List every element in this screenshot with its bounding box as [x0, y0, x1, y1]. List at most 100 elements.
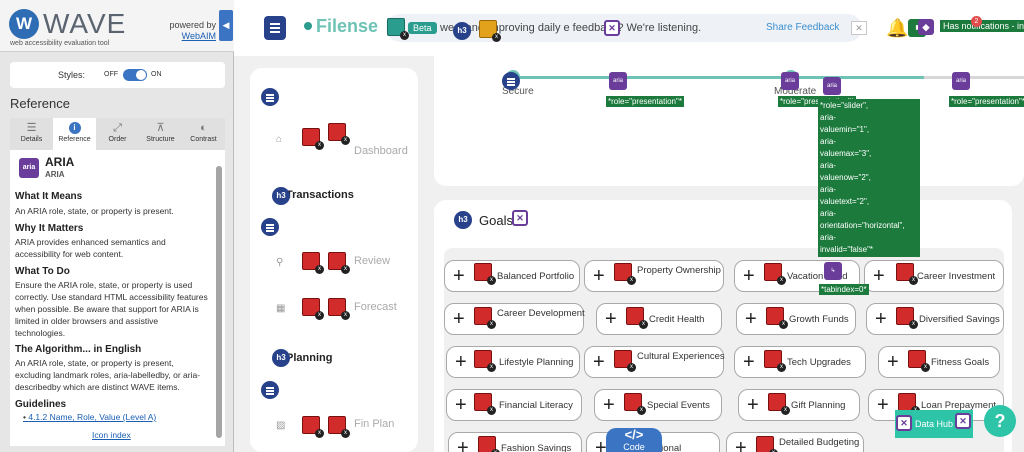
close-icon[interactable]: ✕ — [851, 21, 867, 35]
wave-image-error-icon[interactable] — [898, 393, 920, 415]
tab-structure[interactable]: ⊼ Structure — [139, 118, 182, 150]
wave-aria-error-icon[interactable]: ✕ — [955, 413, 971, 429]
what-to-do-heading: What To Do — [15, 266, 70, 277]
goal-detailed-budgeting[interactable]: + Detailed Budgeting — [726, 432, 864, 452]
wave-image-error-icon[interactable] — [328, 298, 350, 320]
help-button[interactable]: ? — [984, 405, 1016, 437]
wave-list-icon[interactable] — [261, 88, 279, 106]
wave-image-error-icon[interactable] — [302, 416, 324, 438]
goal-cultural-experiences[interactable]: + Cultural Experiences — [584, 346, 725, 378]
goal-balanced-portfolio[interactable]: + Balanced Portfolio — [444, 260, 580, 292]
plus-icon: + — [455, 351, 467, 373]
webaim-link[interactable]: WebAIM — [164, 31, 216, 42]
goal-special-events[interactable]: + Special Events — [594, 389, 722, 421]
collapse-sidebar-button[interactable]: ◀ — [219, 10, 233, 41]
goal-gift-planning[interactable]: + Gift Planning — [738, 389, 860, 421]
goal-label: Tech Upgrades — [787, 357, 851, 368]
wave-aria-error-icon[interactable]: ✕ — [604, 20, 620, 36]
guideline-link[interactable]: 4.1.2 Name, Role, Value (Level A) — [23, 412, 156, 422]
goal-lifestyle-planning[interactable]: + Lifestyle Planning — [446, 346, 580, 378]
wave-aria-error-icon[interactable]: ✕ — [512, 210, 528, 226]
goal-tech-upgrades[interactable]: + Tech Upgrades — [734, 346, 866, 378]
wave-image-error-icon[interactable] — [474, 393, 496, 415]
wave-aria-icon[interactable]: aria — [952, 72, 970, 90]
stepper-track-empty — [924, 76, 1024, 79]
wave-aria-label-icon[interactable]: ◆ — [918, 19, 934, 35]
wave-h3-icon[interactable]: h3 — [272, 349, 290, 367]
goal-credit-health[interactable]: + Credit Health — [596, 303, 722, 335]
tab-contrast[interactable]: ◐ Contrast — [182, 118, 225, 150]
wave-warning-icon[interactable] — [479, 20, 501, 42]
wave-image-error-icon[interactable] — [328, 416, 350, 438]
nav-item-forecast[interactable]: Forecast — [354, 301, 397, 313]
reference-scrollbar[interactable] — [216, 166, 222, 438]
wave-image-error-icon[interactable] — [624, 393, 646, 415]
goals-heading: Goals — [479, 213, 513, 228]
brand-logo[interactable]: Filense — [304, 16, 378, 37]
wave-aria-icon[interactable]: aria — [823, 77, 841, 95]
plus-icon: + — [745, 308, 757, 330]
wave-list-icon[interactable] — [502, 72, 520, 90]
wave-h3-icon[interactable]: h3 — [272, 187, 290, 205]
styles-label: Styles: — [58, 70, 86, 80]
goal-property-ownership[interactable]: + Property Ownership — [584, 260, 724, 292]
wave-h3-icon[interactable]: h3 — [454, 211, 472, 229]
wave-image-error-icon[interactable] — [896, 307, 918, 329]
styles-toggle-switch[interactable] — [123, 69, 147, 81]
menu-icon[interactable] — [264, 16, 286, 40]
wave-image-error-icon[interactable] — [478, 436, 500, 452]
goal-growth-funds[interactable]: + Growth Funds — [736, 303, 856, 335]
wave-image-error-icon[interactable] — [614, 350, 636, 372]
goal-fashion-savings[interactable]: + Fashion Savings — [448, 432, 582, 452]
nav-item-review[interactable]: Review — [354, 255, 390, 267]
wave-image-error-icon[interactable] — [328, 123, 350, 145]
tab-details[interactable]: ☰ Details — [10, 118, 53, 150]
wave-image-error-icon[interactable] — [302, 298, 324, 320]
tab-order[interactable]: ⤢ Order — [96, 118, 139, 150]
wave-image-error-icon[interactable] — [328, 252, 350, 274]
goal-diversified-savings[interactable]: + Diversified Savings — [866, 303, 1004, 335]
wave-logo-icon: W — [9, 9, 39, 39]
goal-career-investment[interactable]: + Career Investment — [864, 260, 1004, 292]
wave-image-error-icon[interactable] — [896, 263, 918, 285]
wave-image-error-icon[interactable] — [302, 128, 324, 150]
goal-financial-literacy[interactable]: + Financial Literacy — [446, 389, 582, 421]
nav-item-fin-plan[interactable]: Fin Plan — [354, 418, 394, 430]
powered-by-text: powered by — [169, 20, 216, 30]
wave-aria-error-icon[interactable]: ✕ — [896, 415, 912, 431]
wave-aria-icon[interactable]: aria — [781, 72, 799, 90]
wave-alert-icon[interactable] — [387, 18, 409, 40]
nav-item-dashboard[interactable]: Dashboard — [354, 145, 408, 157]
icon-index-link[interactable]: Icon index — [92, 430, 131, 440]
wave-image-error-icon[interactable] — [626, 307, 648, 329]
bell-icon[interactable]: 🔔 — [886, 18, 908, 39]
wave-image-error-icon[interactable] — [474, 307, 496, 329]
home-icon: ⌂ — [276, 134, 283, 145]
code-view-button[interactable]: </> Code — [606, 428, 662, 452]
wave-image-error-icon[interactable] — [756, 436, 778, 452]
wave-h3-icon[interactable]: h3 — [453, 22, 471, 40]
wave-image-error-icon[interactable] — [766, 307, 788, 329]
goal-fitness-goals[interactable]: + Fitness Goals — [878, 346, 1000, 378]
wave-list-icon[interactable] — [261, 381, 279, 399]
goal-career-development[interactable]: + Career Development — [444, 303, 585, 335]
wave-aria-icon[interactable]: aria — [609, 72, 627, 90]
tab-reference[interactable]: i Reference — [53, 118, 96, 150]
nav-section-transactions: Transactions — [286, 189, 354, 201]
wave-image-error-icon[interactable] — [764, 350, 786, 372]
goal-label: Balanced Portfolio — [497, 271, 575, 282]
wave-image-error-icon[interactable] — [768, 393, 790, 415]
wave-image-error-icon[interactable] — [302, 252, 324, 274]
risk-stepper-card: Secure Moderate — [434, 56, 1024, 186]
wave-image-error-icon[interactable] — [764, 263, 786, 285]
share-feedback-link[interactable]: Share Feedback — [766, 22, 839, 33]
wave-image-error-icon[interactable] — [474, 350, 496, 372]
wave-image-error-icon[interactable] — [614, 263, 636, 285]
wave-image-error-icon[interactable] — [908, 350, 930, 372]
wave-list-icon[interactable] — [261, 218, 279, 236]
wave-tagline: web accessibility evaluation tool — [10, 40, 110, 47]
wave-sidebar: W WAVE web accessibility evaluation tool… — [0, 0, 234, 452]
panel-heading: Reference — [10, 96, 70, 111]
wave-tabindex-icon[interactable]: ↳ — [824, 262, 842, 280]
wave-image-error-icon[interactable] — [474, 263, 496, 285]
